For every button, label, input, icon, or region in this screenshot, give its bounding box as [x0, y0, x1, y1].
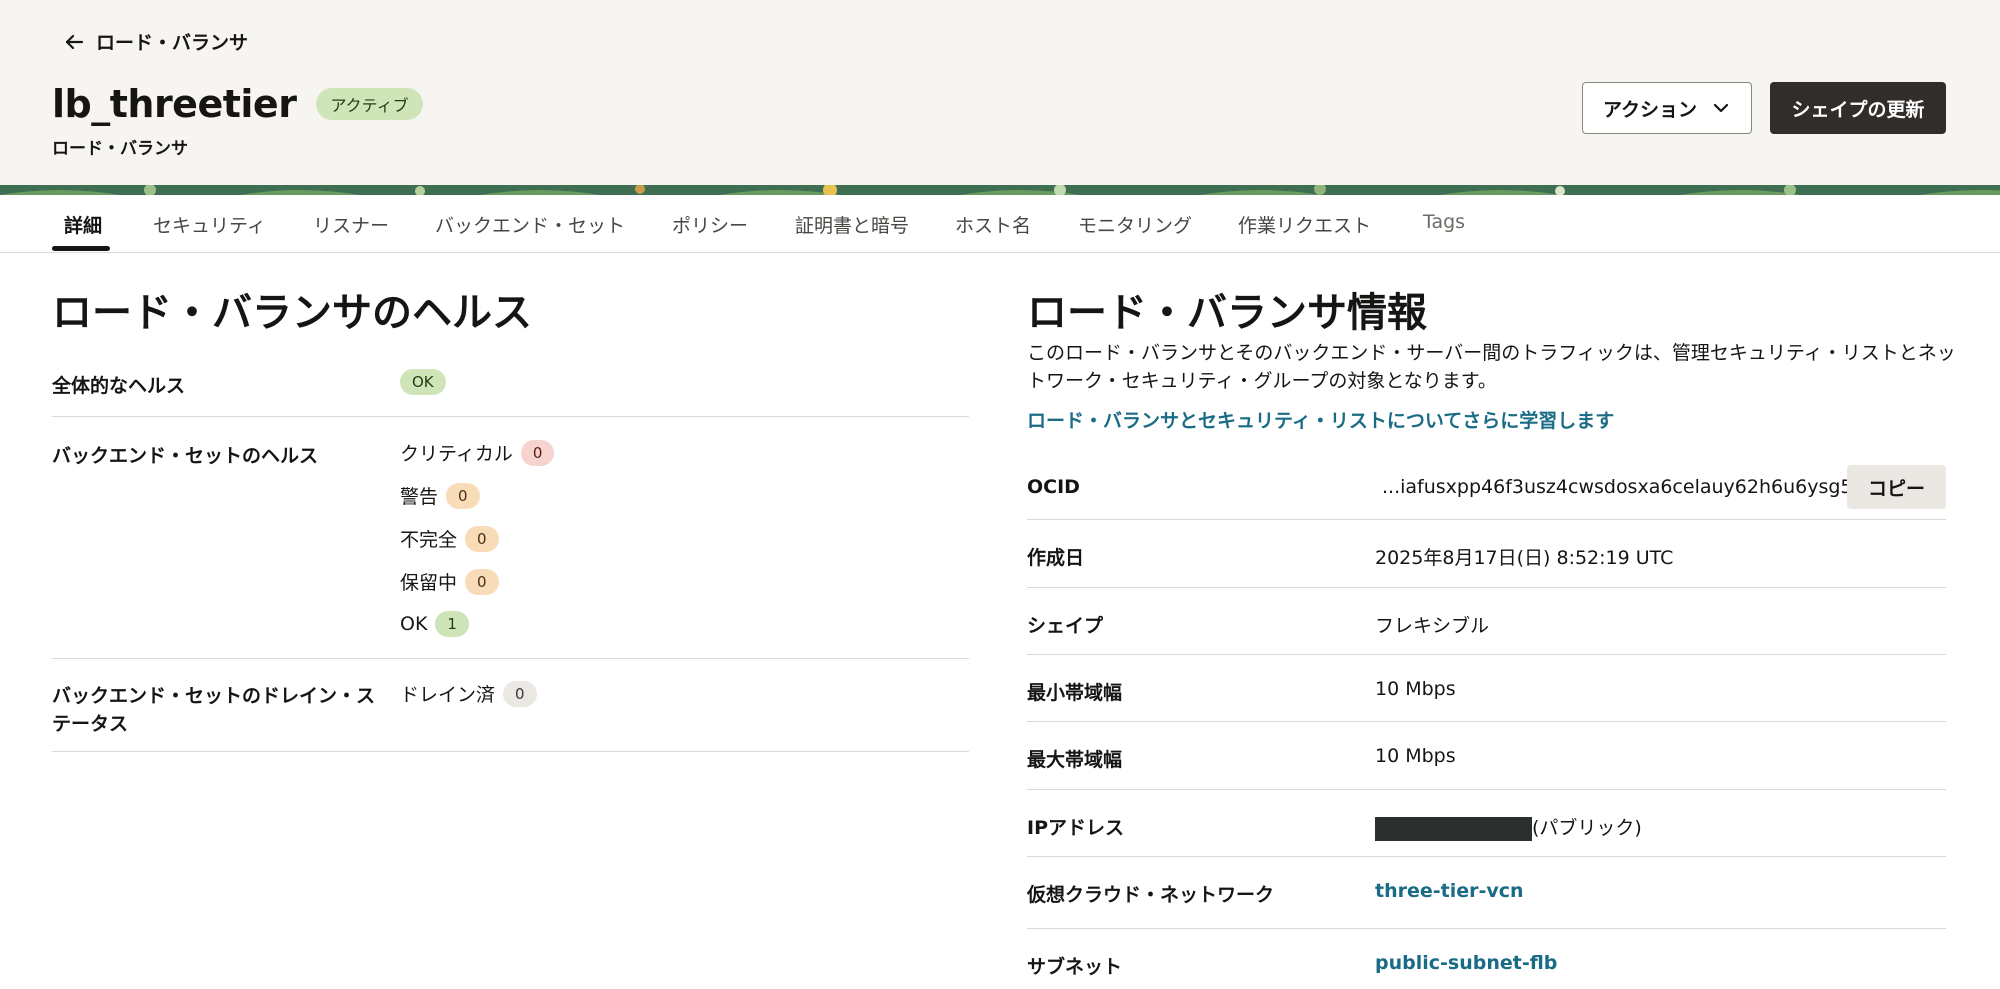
health-metric-pending: 保留中 0	[400, 568, 499, 595]
page-header: ロード・バランサ lb_threetier アクティブ ロード・バランサ アクシ…	[0, 0, 2000, 185]
health-metric-critical: クリティカル 0	[400, 439, 555, 466]
metric-count-badge: 0	[520, 439, 555, 466]
active-tab-indicator	[52, 246, 110, 251]
divider	[1027, 789, 1946, 790]
info-description: このロード・バランサとそのバックエンド・サーバー間のトラフィックは、管理セキュリ…	[1027, 342, 1956, 392]
divider	[52, 658, 969, 659]
health-metric-ok: OK 1	[400, 611, 469, 637]
drain-status-label-line1: バックエンド・セットのドレイン・ス	[52, 685, 376, 707]
divider	[1027, 587, 1946, 588]
divider	[1027, 654, 1946, 655]
min-bandwidth-value: 10 Mbps	[1375, 678, 1456, 700]
learn-more-link[interactable]: ロード・バランサとセキュリティ・リストについてさらに学習します	[1027, 406, 1614, 433]
page-subtitle: ロード・バランサ	[52, 139, 188, 159]
created-value: 2025年8月17日(日) 8:52:19 UTC	[1375, 547, 1674, 569]
metric-count-badge: 0	[503, 680, 537, 707]
actions-menu-button[interactable]: アクション	[1582, 82, 1752, 134]
divider	[1027, 928, 1946, 929]
tab-policies[interactable]: ポリシー	[672, 211, 748, 238]
decorative-banner	[0, 185, 2000, 195]
created-label: 作成日	[1027, 547, 1085, 569]
metric-count-badge: 0	[465, 568, 499, 595]
max-bandwidth-label: 最大帯域幅	[1027, 749, 1123, 771]
vcn-link[interactable]: three-tier-vcn	[1375, 880, 1524, 902]
divider	[1027, 721, 1946, 722]
tab-monitoring[interactable]: モニタリング	[1078, 211, 1192, 238]
shape-label: シェイプ	[1027, 615, 1104, 637]
back-link-label: ロード・バランサ	[96, 32, 249, 54]
metric-name: 不完全	[400, 529, 458, 551]
tab-details[interactable]: 詳細	[64, 211, 102, 238]
drain-status-label-line2: テータス	[52, 713, 129, 735]
overall-health-badge: OK	[400, 369, 446, 395]
metric-name: 警告	[400, 486, 439, 508]
backend-set-health-label: バックエンド・セットのヘルス	[52, 445, 319, 467]
ip-address-value: (パブリック)	[1375, 813, 1642, 841]
title-row: lb_threetier アクティブ	[52, 82, 423, 126]
info-section-title: ロード・バランサ情報	[1027, 290, 1427, 336]
arrow-left-icon	[65, 34, 84, 49]
ip-address-label: IPアドレス	[1027, 817, 1124, 839]
divider	[1027, 856, 1946, 857]
metric-count-badge: 0	[465, 525, 499, 552]
health-metric-warning: 警告 0	[400, 482, 480, 509]
drain-status-label: バックエンド・セットのドレイン・ス テータス	[52, 682, 375, 738]
divider	[1027, 519, 1946, 520]
copy-ocid-button[interactable]: コピー	[1847, 465, 1946, 509]
actions-button-label: アクション	[1602, 98, 1698, 121]
metric-name: ドレイン済	[400, 684, 496, 706]
overall-health-label: 全体的なヘルス	[52, 375, 186, 397]
max-bandwidth-value: 10 Mbps	[1375, 745, 1456, 767]
tab-hostnames[interactable]: ホスト名	[955, 211, 1031, 238]
status-badge: アクティブ	[316, 88, 423, 120]
drain-status-value: ドレイン済 0	[400, 680, 537, 707]
metric-count-badge: 0	[446, 482, 480, 509]
metric-count-badge: 1	[435, 611, 469, 637]
subnet-link[interactable]: public-subnet-flb	[1375, 952, 1557, 974]
back-link[interactable]: ロード・バランサ	[62, 28, 248, 55]
metric-name: クリティカル	[400, 443, 513, 465]
metric-name: OK	[400, 613, 428, 635]
ocid-label: OCID	[1027, 476, 1080, 498]
page-title: lb_threetier	[52, 82, 297, 126]
health-section-title: ロード・バランサのヘルス	[52, 290, 532, 336]
divider	[52, 416, 969, 417]
divider	[52, 751, 969, 752]
chevron-down-icon	[1713, 103, 1729, 113]
update-shape-button[interactable]: シェイプの更新	[1770, 82, 1946, 134]
tab-security[interactable]: セキュリティ	[153, 211, 266, 238]
health-metric-incomplete: 不完全 0	[400, 525, 499, 552]
tab-bar: 詳細 セキュリティ リスナー バックエンド・セット ポリシー 証明書と暗号 ホス…	[0, 195, 2000, 253]
redacted-ip-block	[1375, 816, 1532, 841]
min-bandwidth-label: 最小帯域幅	[1027, 682, 1123, 704]
metric-name: 保留中	[400, 572, 458, 594]
tab-work-requests[interactable]: 作業リクエスト	[1238, 211, 1371, 238]
shape-value: フレキシブル	[1375, 615, 1490, 637]
tab-backend-sets[interactable]: バックエンド・セット	[435, 211, 625, 238]
ip-visibility: (パブリック)	[1532, 817, 1642, 839]
overall-health-value: OK	[400, 369, 446, 395]
vcn-label: 仮想クラウド・ネットワーク	[1027, 884, 1275, 906]
tab-listeners[interactable]: リスナー	[313, 211, 389, 238]
tab-certificates[interactable]: 証明書と暗号	[795, 211, 909, 238]
subnet-label: サブネット	[1027, 956, 1123, 978]
tab-tags[interactable]: Tags	[1423, 211, 1465, 233]
ocid-value: ...iafusxpp46f3usz4cwsdosxa6celauy62h6u6…	[1382, 476, 1865, 498]
